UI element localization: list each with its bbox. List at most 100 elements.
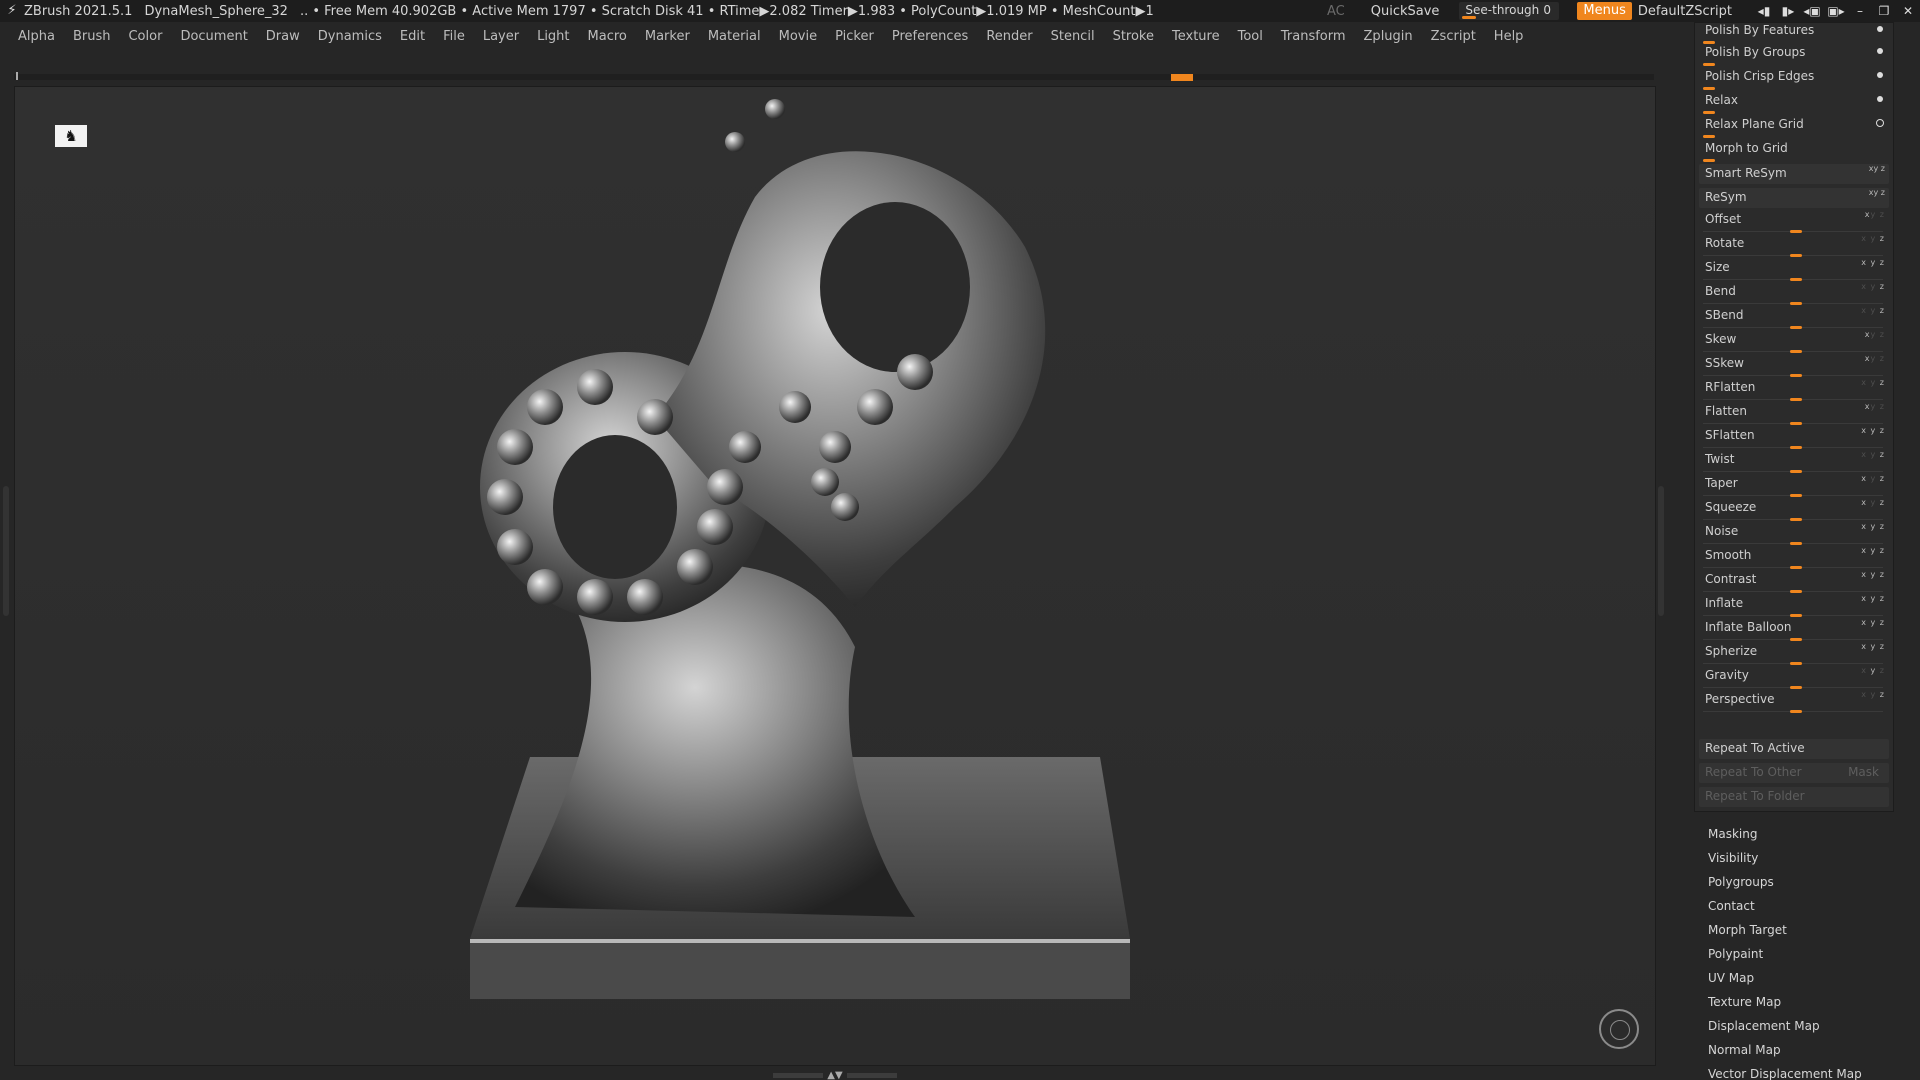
- deform-taper-row[interactable]: Taper x y z: [1699, 474, 1889, 497]
- polish-by-groups-toggle[interactable]: [1877, 48, 1883, 54]
- polish-crisp-edges-toggle[interactable]: [1877, 72, 1883, 78]
- relax-plane-grid-slider[interactable]: [1703, 135, 1715, 138]
- deform-rflatten-axis-icon[interactable]: x y z: [1861, 378, 1885, 387]
- menu-marker[interactable]: Marker: [645, 29, 690, 44]
- maximize-icon[interactable]: ❐: [1872, 4, 1896, 18]
- deform-smooth-knob[interactable]: [1790, 566, 1802, 569]
- deform-noise-knob[interactable]: [1790, 542, 1802, 545]
- deform-flatten-axis-icon[interactable]: xy z: [1865, 402, 1885, 411]
- deform-inflate-axis-icon[interactable]: x y z: [1861, 594, 1885, 603]
- menu-stencil[interactable]: Stencil: [1051, 29, 1095, 44]
- menus-button[interactable]: Menus: [1577, 2, 1632, 20]
- deform-rflatten-knob[interactable]: [1790, 398, 1802, 401]
- menu-transform[interactable]: Transform: [1281, 29, 1346, 44]
- menu-tool[interactable]: Tool: [1238, 29, 1263, 44]
- deform-squeeze-axis-icon[interactable]: x y z: [1861, 498, 1885, 507]
- default-zscript-button[interactable]: DefaultZScript: [1638, 4, 1732, 19]
- navigation-gizmo[interactable]: [1599, 1009, 1639, 1049]
- relax-toggle[interactable]: [1877, 96, 1883, 102]
- deform-sflatten-row[interactable]: SFlatten x y z: [1699, 426, 1889, 449]
- repeat-to-active-button[interactable]: Repeat To Active: [1699, 739, 1889, 759]
- canvas-viewport[interactable]: ♞: [14, 86, 1656, 1066]
- deform-spherize-axis-icon[interactable]: x y z: [1861, 642, 1885, 651]
- deform-sskew-row[interactable]: SSkew xy z: [1699, 354, 1889, 377]
- repeat-to-other-button[interactable]: Repeat To Other Mask: [1699, 763, 1889, 783]
- deform-perspective-row[interactable]: Perspective x y z: [1699, 690, 1889, 713]
- deform-bend-knob[interactable]: [1790, 302, 1802, 305]
- menu-layer[interactable]: Layer: [483, 29, 519, 44]
- collapse-left-icon[interactable]: ◂▣: [1800, 4, 1824, 18]
- subpalette-vector-displacement-map[interactable]: Vector Displacement Map: [1708, 1062, 1862, 1080]
- ac-button[interactable]: AC: [1327, 4, 1345, 19]
- menu-preferences[interactable]: Preferences: [892, 29, 968, 44]
- menu-zscript[interactable]: Zscript: [1431, 29, 1476, 44]
- menu-render[interactable]: Render: [986, 29, 1032, 44]
- deform-perspective-axis-icon[interactable]: x y z: [1861, 690, 1885, 699]
- deform-offset-knob[interactable]: [1790, 230, 1802, 233]
- seethrough-slider[interactable]: See-through 0: [1459, 2, 1560, 20]
- deform-twist-knob[interactable]: [1790, 470, 1802, 473]
- deform-inflate-row[interactable]: Inflate x y z: [1699, 594, 1889, 617]
- menu-document[interactable]: Document: [180, 29, 247, 44]
- deform-flatten-knob[interactable]: [1790, 422, 1802, 425]
- menu-stroke[interactable]: Stroke: [1113, 29, 1154, 44]
- menu-draw[interactable]: Draw: [266, 29, 300, 44]
- repeat-to-folder-button[interactable]: Repeat To Folder: [1699, 787, 1889, 807]
- deform-perspective-knob[interactable]: [1790, 710, 1802, 713]
- deform-bend-row[interactable]: Bend x y z: [1699, 282, 1889, 305]
- layout-left-icon[interactable]: ◂▮: [1752, 4, 1776, 18]
- deform-skew-knob[interactable]: [1790, 350, 1802, 353]
- menu-help[interactable]: Help: [1494, 29, 1524, 44]
- quicksave-button[interactable]: QuickSave: [1371, 4, 1440, 19]
- deform-size-knob[interactable]: [1790, 278, 1802, 281]
- menu-color[interactable]: Color: [128, 29, 162, 44]
- deform-twist-row[interactable]: Twist x y z: [1699, 450, 1889, 473]
- subpalette-polypaint[interactable]: Polypaint: [1708, 942, 1862, 966]
- resym-axis-icon[interactable]: xy z: [1869, 188, 1885, 197]
- deform-rotate-knob[interactable]: [1790, 254, 1802, 257]
- deform-flatten-row[interactable]: Flatten xy z: [1699, 402, 1889, 425]
- morph-to-grid-slider[interactable]: [1703, 159, 1715, 162]
- polish-by-groups-slider[interactable]: [1703, 63, 1715, 66]
- subpalette-masking[interactable]: Masking: [1708, 822, 1862, 846]
- minimize-icon[interactable]: –: [1848, 4, 1872, 18]
- subpalette-morph-target[interactable]: Morph Target: [1708, 918, 1862, 942]
- deform-contrast-row[interactable]: Contrast x y z: [1699, 570, 1889, 593]
- seethrough-knob[interactable]: [1462, 16, 1477, 19]
- subpalette-displacement-map[interactable]: Displacement Map: [1708, 1014, 1862, 1038]
- mask-toggle[interactable]: Mask: [1848, 765, 1879, 779]
- relax-row[interactable]: Relax: [1699, 91, 1889, 114]
- deform-sbend-row[interactable]: SBend x y z: [1699, 306, 1889, 329]
- deform-noise-row[interactable]: Noise x y z: [1699, 522, 1889, 545]
- relax-slider[interactable]: [1703, 111, 1715, 114]
- deform-rotate-axis-icon[interactable]: x y z: [1861, 234, 1885, 243]
- menu-edit[interactable]: Edit: [400, 29, 425, 44]
- subpalette-texture-map[interactable]: Texture Map: [1708, 990, 1862, 1014]
- deform-bend-axis-icon[interactable]: x y z: [1861, 282, 1885, 291]
- deform-squeeze-row[interactable]: Squeeze x y z: [1699, 498, 1889, 521]
- deform-skew-row[interactable]: Skew xy z: [1699, 330, 1889, 353]
- menu-material[interactable]: Material: [708, 29, 761, 44]
- deform-noise-axis-icon[interactable]: x y z: [1861, 522, 1885, 531]
- deform-rotate-row[interactable]: Rotate x y z: [1699, 234, 1889, 257]
- resym-button[interactable]: ReSym xy z: [1699, 188, 1889, 208]
- deform-sskew-axis-icon[interactable]: xy z: [1865, 354, 1885, 363]
- bottom-tray-handle[interactable]: ▲▼: [770, 1070, 900, 1080]
- menu-macro[interactable]: Macro: [588, 29, 627, 44]
- deform-sflatten-knob[interactable]: [1790, 446, 1802, 449]
- subpalette-visibility[interactable]: Visibility: [1708, 846, 1862, 870]
- deform-gravity-axis-icon[interactable]: x y z: [1861, 666, 1885, 675]
- menu-texture[interactable]: Texture: [1172, 29, 1220, 44]
- subpalette-contact[interactable]: Contact: [1708, 894, 1862, 918]
- subpalette-polygroups[interactable]: Polygroups: [1708, 870, 1862, 894]
- morph-to-grid-row[interactable]: Morph to Grid: [1699, 139, 1889, 162]
- collapse-arrows-icon[interactable]: ▲▼: [827, 1070, 842, 1080]
- polish-crisp-edges-slider[interactable]: [1703, 87, 1715, 90]
- deform-twist-axis-icon[interactable]: x y z: [1861, 450, 1885, 459]
- deform-inflate-balloon-knob[interactable]: [1790, 638, 1802, 641]
- polish-by-groups-row[interactable]: Polish By Groups: [1699, 43, 1889, 66]
- deform-inflate-balloon-row[interactable]: Inflate Balloon x y z: [1699, 618, 1889, 641]
- deform-spherize-knob[interactable]: [1790, 662, 1802, 665]
- close-icon[interactable]: ✕: [1896, 4, 1920, 18]
- menu-picker[interactable]: Picker: [835, 29, 874, 44]
